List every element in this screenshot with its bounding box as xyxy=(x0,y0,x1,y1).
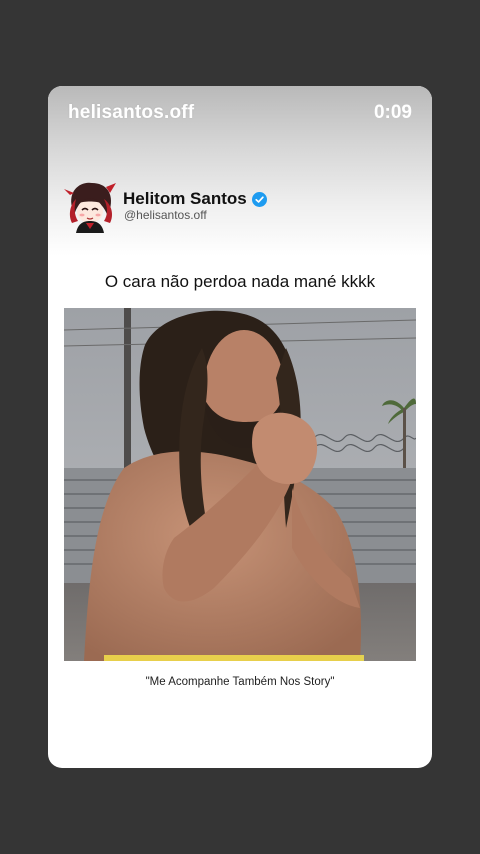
video-player[interactable] xyxy=(64,308,416,661)
profile-handle[interactable]: @helisantos.off xyxy=(124,208,207,222)
story-username[interactable]: helisantos.off xyxy=(68,102,194,124)
profile-avatar[interactable] xyxy=(62,177,118,233)
post-footer-text: "Me Acompanhe Também Nos Story" xyxy=(145,676,335,688)
display-name[interactable]: Helitom Santos xyxy=(123,189,247,209)
video-frame xyxy=(64,308,416,661)
profile-name-row[interactable]: Helitom Santos xyxy=(123,189,267,209)
story-time: 0:09 xyxy=(373,102,412,123)
post-caption: O cara não perdoa nada mané kkkk xyxy=(104,272,376,291)
story-card[interactable]: helisantos.off 0:09 Helitom Santos @heli… xyxy=(48,86,432,768)
verified-badge-icon xyxy=(251,191,267,207)
avatar-illustration xyxy=(64,182,116,233)
